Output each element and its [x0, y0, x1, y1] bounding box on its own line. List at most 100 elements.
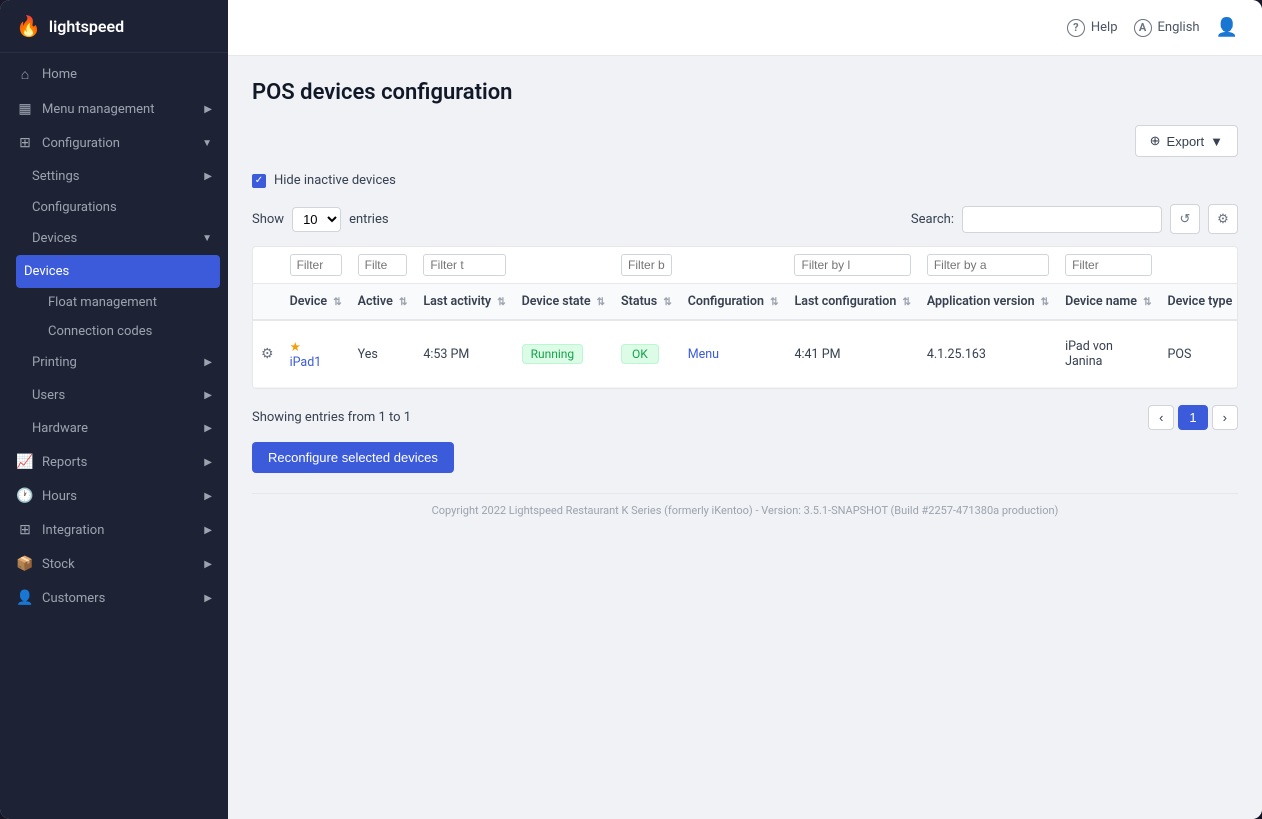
export-icon: ⊕ — [1150, 133, 1161, 149]
search-area: Search: ↺ ⚙ — [911, 204, 1238, 234]
sidebar-item-label: Users — [32, 388, 65, 403]
hide-inactive-checkbox[interactable]: ✓ — [252, 174, 266, 188]
help-label: Help — [1091, 20, 1118, 35]
chevron-right-icon: ▶ — [204, 357, 212, 368]
header-row: Device ⇅ Active ⇅ Last activity ⇅ Device… — [253, 284, 1238, 321]
pagination: ‹ 1 › — [1148, 405, 1238, 430]
table-row: ⚙ ★ iPad1 Yes 4:53 PM Running OK Menu — [253, 320, 1238, 388]
current-page-button[interactable]: 1 — [1178, 405, 1207, 430]
sidebar-item-configurations[interactable]: Configurations — [0, 193, 228, 222]
configuration-link[interactable]: Menu — [688, 347, 719, 362]
filter-devname-input[interactable] — [1065, 254, 1151, 276]
sidebar-item-label: Hardware — [32, 421, 88, 436]
reports-icon: 📈 — [16, 454, 34, 470]
sidebar-item-float-management[interactable]: Float management — [0, 288, 228, 317]
home-icon: ⌂ — [16, 66, 34, 83]
row-settings[interactable]: ⚙ — [253, 320, 282, 388]
filter-active-input[interactable] — [358, 254, 408, 276]
show-label: Show — [252, 212, 284, 227]
chevron-right-icon: ▶ — [204, 593, 212, 604]
search-input[interactable] — [962, 206, 1162, 233]
refresh-button[interactable]: ↺ — [1170, 204, 1200, 234]
sidebar-item-customers[interactable]: 👤 Customers ▶ — [0, 581, 228, 615]
filter-row: - No filter - — [253, 247, 1238, 284]
logo-text: lightspeed — [49, 17, 124, 36]
settings-button[interactable]: ⚙ — [1208, 204, 1238, 234]
prev-page-button[interactable]: ‹ — [1148, 405, 1174, 430]
sidebar-item-label: Configurations — [32, 200, 117, 215]
sidebar-item-label: Devices — [24, 264, 69, 279]
sort-icon: ⇅ — [497, 297, 505, 308]
entries-label: entries — [349, 212, 389, 227]
th-app-version[interactable]: Application version ⇅ — [919, 284, 1057, 321]
filter-lastconfig-input[interactable] — [794, 254, 910, 276]
sidebar-item-integration[interactable]: ⊞ Integration ▶ — [0, 513, 228, 547]
sort-icon: ⇅ — [1041, 297, 1049, 308]
sidebar-item-connection-codes[interactable]: Connection codes — [0, 317, 228, 346]
sidebar-item-menu-management[interactable]: ▦ Menu management ▶ — [0, 92, 228, 126]
export-dropdown-icon: ▼ — [1210, 134, 1223, 149]
sidebar-item-devices[interactable]: Devices — [16, 255, 220, 288]
hours-icon: 🕐 — [16, 488, 34, 504]
chevron-right-icon: ▶ — [204, 491, 212, 502]
th-device-state[interactable]: Device state ⇅ — [514, 284, 613, 321]
showing-text: Showing entries from 1 to 1 — [252, 410, 411, 425]
th-last-activity[interactable]: Last activity ⇅ — [415, 284, 513, 321]
user-button[interactable]: 👤 — [1216, 17, 1238, 38]
sidebar-item-label: Settings — [32, 169, 79, 184]
th-device-name[interactable]: Device name ⇅ — [1057, 284, 1159, 321]
sidebar-item-label: Float management — [48, 295, 157, 310]
reconfigure-button[interactable]: Reconfigure selected devices — [252, 442, 454, 473]
row-device-name: ★ iPad1 — [282, 320, 350, 388]
sidebar-item-label: Home — [42, 67, 77, 82]
sort-icon: ⇅ — [597, 297, 605, 308]
sidebar-item-label: Reports — [42, 455, 87, 470]
th-active[interactable]: Active ⇅ — [350, 284, 416, 321]
sidebar-item-reports[interactable]: 📈 Reports ▶ — [0, 445, 228, 479]
sidebar-item-devices-group[interactable]: Devices ▼ — [0, 222, 228, 255]
th-last-config[interactable]: Last configuration ⇅ — [786, 284, 918, 321]
th-device-type[interactable]: Device type ⇅ — [1160, 284, 1239, 321]
sidebar-item-home[interactable]: ⌂ Home — [0, 57, 228, 92]
th-device[interactable]: Device ⇅ — [282, 284, 350, 321]
sidebar-item-configuration[interactable]: ⊞ Configuration ▼ — [0, 126, 228, 160]
chevron-right-icon: ▶ — [204, 104, 212, 115]
row-device-name-col: iPad von Janina — [1057, 320, 1159, 388]
language-button[interactable]: A English — [1134, 19, 1200, 37]
devices-table-container: - No filter - Device ⇅ Active ⇅ Last act… — [252, 246, 1238, 389]
sidebar-item-label: Stock — [42, 557, 75, 572]
help-button[interactable]: ? Help — [1067, 19, 1118, 37]
chevron-down-icon: ▼ — [202, 233, 212, 244]
row-last-activity: 4:53 PM — [415, 320, 513, 388]
th-status[interactable]: Status ⇅ — [613, 284, 680, 321]
row-status: OK — [613, 320, 680, 388]
row-active: Yes — [350, 320, 416, 388]
main-area: ? Help A English 👤 POS devices configura… — [228, 0, 1262, 819]
sidebar-item-hours[interactable]: 🕐 Hours ▶ — [0, 479, 228, 513]
search-label: Search: — [911, 212, 954, 227]
filter-activity-input[interactable] — [423, 254, 505, 276]
next-page-button[interactable]: › — [1212, 405, 1238, 430]
filter-cell-devtype — [1160, 247, 1239, 284]
sidebar-item-users[interactable]: Users ▶ — [0, 379, 228, 412]
sidebar-item-hardware[interactable]: Hardware ▶ — [0, 412, 228, 445]
filter-cell-appver — [919, 247, 1057, 284]
sidebar-item-settings[interactable]: Settings ▶ — [0, 160, 228, 193]
row-device-state: Running — [514, 320, 613, 388]
row-configuration: Menu — [680, 320, 787, 388]
filter-device-input[interactable] — [290, 254, 342, 276]
filter-appver-input[interactable] — [927, 254, 1049, 276]
logo-icon: 🔥 — [16, 14, 41, 38]
devices-table-body: ⚙ ★ iPad1 Yes 4:53 PM Running OK Menu — [253, 320, 1238, 388]
sidebar-item-stock[interactable]: 📦 Stock ▶ — [0, 547, 228, 581]
entries-select[interactable]: 10 25 50 — [292, 207, 341, 232]
device-name-link[interactable]: iPad1 — [290, 355, 322, 370]
filter-cell-checkbox — [253, 247, 282, 284]
th-configuration[interactable]: Configuration ⇅ — [680, 284, 787, 321]
export-button[interactable]: ⊕ Export ▼ — [1135, 125, 1238, 157]
sidebar-item-printing[interactable]: Printing ▶ — [0, 346, 228, 379]
page-title: POS devices configuration — [252, 80, 1238, 105]
filter-status-input[interactable] — [621, 254, 672, 276]
sort-icon: ⇅ — [399, 297, 407, 308]
gear-icon: ⚙ — [1217, 211, 1229, 227]
